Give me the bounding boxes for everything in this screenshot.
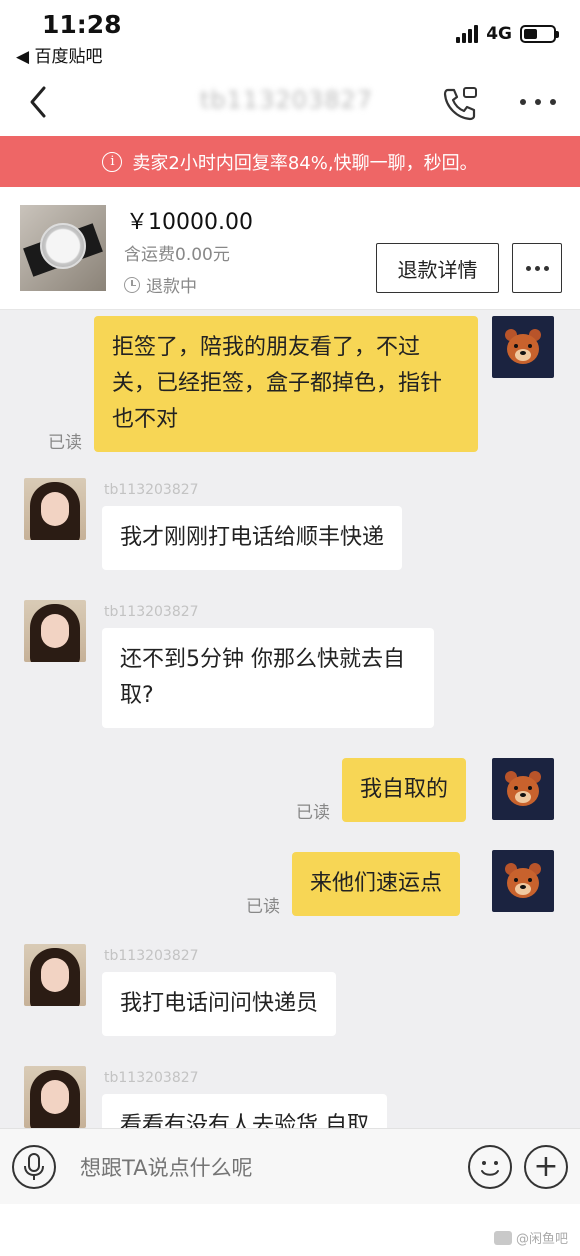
- my-avatar[interactable]: [492, 316, 554, 378]
- message-bubble-received[interactable]: 我打电话问问快递员: [102, 972, 337, 1036]
- chat-title: tb113203827: [200, 86, 374, 114]
- add-attachment-icon[interactable]: +: [524, 1145, 568, 1189]
- reply-rate-banner: i 卖家2小时内回复率84%,快聊一聊，秒回。: [0, 136, 580, 187]
- back-arrow-icon[interactable]: [24, 84, 54, 120]
- banner-text: 卖家2小时内回复率84%,快聊一聊，秒回。: [132, 152, 478, 174]
- message-input[interactable]: [80, 1151, 450, 1185]
- watermark-logo-icon: [493, 1230, 512, 1245]
- message-bubble-sent[interactable]: 来他们速运点: [292, 852, 461, 916]
- network-type: 4G: [486, 24, 512, 44]
- microphone-icon[interactable]: [12, 1145, 56, 1189]
- message-bubble-received[interactable]: 我才刚刚打电话给顺丰快递: [102, 506, 403, 570]
- refund-details-button[interactable]: 退款详情: [376, 243, 499, 293]
- shipping-fee: 含运费0.00元: [124, 245, 230, 265]
- signal-icon: [456, 25, 479, 43]
- voice-call-icon[interactable]: [440, 84, 480, 124]
- info-icon: i: [102, 151, 123, 172]
- order-status: 退款中: [124, 272, 197, 297]
- sender-name: tb113203827: [104, 604, 199, 620]
- seller-avatar[interactable]: [24, 600, 86, 662]
- my-avatar[interactable]: [492, 850, 554, 912]
- more-options-icon[interactable]: [520, 90, 556, 114]
- sender-name: tb113203827: [104, 948, 199, 964]
- message-bubble-sent[interactable]: 拒签了，陪我的朋友看了，不过关，已经拒签，盒子都掉色，指针也不对: [94, 316, 478, 452]
- status-time: 11:28: [42, 10, 122, 39]
- product-price: ￥10000.00: [126, 210, 253, 235]
- order-status-label: 退款中: [146, 277, 197, 297]
- watermark: @闲鱼吧: [493, 1228, 568, 1247]
- bear-logo-icon: [505, 863, 541, 898]
- seller-avatar[interactable]: [24, 944, 86, 1006]
- emoji-icon[interactable]: [468, 1145, 512, 1189]
- seller-avatar[interactable]: [24, 1066, 86, 1128]
- bear-logo-icon: [505, 771, 541, 806]
- clock-icon: [124, 276, 140, 293]
- read-receipt: 已读: [246, 897, 280, 917]
- message-bubble-received[interactable]: 还不到5分钟 你那么快就去自取?: [102, 628, 434, 728]
- watermark-text: @闲鱼吧: [515, 1232, 568, 1247]
- product-more-button[interactable]: [512, 243, 562, 293]
- battery-icon: [520, 25, 559, 43]
- status-indicators: 4G: [456, 24, 559, 44]
- my-avatar[interactable]: [492, 758, 554, 820]
- nav-bar: tb113203827: [0, 70, 580, 136]
- input-bar: +: [0, 1128, 580, 1204]
- back-to-app-link[interactable]: ◀ 百度贴吧: [16, 42, 102, 67]
- read-receipt: 已读: [296, 803, 330, 823]
- seller-avatar[interactable]: [24, 478, 86, 540]
- status-bar: 11:28 ◀ 百度贴吧 4G: [0, 0, 580, 70]
- product-thumbnail[interactable]: [20, 205, 106, 291]
- bear-logo-icon: [505, 329, 541, 364]
- message-bubble-sent[interactable]: 我自取的: [342, 758, 467, 822]
- message-bubble-received[interactable]: 看看有没有人去验货 自取: [102, 1094, 387, 1128]
- sender-name: tb113203827: [104, 482, 199, 498]
- message-list[interactable]: 拒签了，陪我的朋友看了，不过关，已经拒签，盒子都掉色，指针也不对 已读 tb11…: [0, 310, 580, 1128]
- read-receipt: 已读: [48, 433, 82, 453]
- sender-name: tb113203827: [104, 1070, 199, 1086]
